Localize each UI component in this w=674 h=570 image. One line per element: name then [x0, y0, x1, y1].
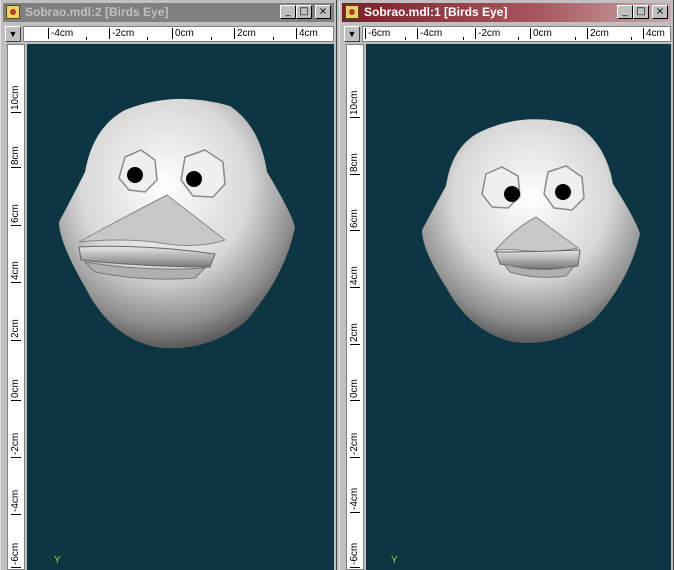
ruler-tick: 10cm [10, 85, 21, 113]
ruler-tick: 4cm [349, 266, 360, 288]
vertical-ruler: 10cm 8cm 6cm 4cm 2cm 0cm -2cm -4cm -6cm [346, 44, 364, 570]
model-window-2[interactable]: Sobrao.mdl:2 [Birds Eye] _ □ × ▼ -4cm -2… [0, 0, 337, 570]
ruler-tick: 2cm [10, 319, 21, 341]
ruler-tick: -6cm [349, 542, 360, 568]
app-icon[interactable] [345, 5, 359, 19]
ruler-tick: -2cm [10, 432, 21, 458]
3d-viewport[interactable]: Y [366, 44, 671, 570]
ruler-tick: 0cm [10, 379, 21, 401]
ruler-tick: -4cm [417, 28, 442, 39]
ruler-tick: -2cm [109, 28, 134, 39]
ruler-tick: 4cm [643, 28, 665, 39]
y-axis-label: Y [391, 555, 398, 566]
window-title: Sobrao.mdl:2 [Birds Eye] [25, 5, 169, 19]
ruler-tick: 6cm [349, 209, 360, 231]
minimize-button[interactable]: _ [280, 5, 296, 19]
vertical-ruler: 10cm 8cm 6cm 4cm 2cm 0cm -2cm -4cm -6cm [7, 44, 25, 570]
model-window-1[interactable]: Sobrao.mdl:1 [Birds Eye] _ □ × ▼ -6cm -4… [339, 0, 674, 570]
ruler-tick: -6cm [10, 542, 21, 568]
ruler-tick: -4cm [349, 487, 360, 513]
maximize-button[interactable]: □ [296, 5, 312, 19]
head-model [59, 98, 295, 349]
y-axis-label: Y [54, 555, 61, 566]
title-bar[interactable]: Sobrao.mdl:1 [Birds Eye] _ □ × [342, 3, 671, 22]
close-button[interactable]: × [652, 5, 668, 19]
ruler-tick: 2cm [349, 323, 360, 345]
ruler-tick: -4cm [10, 489, 21, 515]
view-menu-dropdown[interactable]: ▼ [344, 26, 360, 42]
view-menu-dropdown[interactable]: ▼ [5, 26, 21, 42]
ruler-tick: -4cm [48, 28, 73, 39]
horizontal-ruler: -6cm -4cm -2cm 0cm 2cm 4cm [362, 26, 671, 42]
ruler-tick: 0cm [349, 379, 360, 401]
maximize-button[interactable]: □ [633, 5, 649, 19]
ruler-tick: -6cm [365, 28, 390, 39]
ruler-tick: 2cm [234, 28, 256, 39]
ruler-tick: 0cm [172, 28, 194, 39]
app-icon[interactable] [6, 5, 20, 19]
window-title: Sobrao.mdl:1 [Birds Eye] [364, 5, 508, 19]
ruler-tick: -2cm [475, 28, 500, 39]
close-button[interactable]: × [315, 5, 331, 19]
ruler-tick: 0cm [530, 28, 552, 39]
head-model [422, 119, 640, 344]
horizontal-ruler: -4cm -2cm 0cm 2cm 4cm [23, 26, 334, 42]
ruler-tick: 2cm [587, 28, 609, 39]
ruler-tick: 8cm [10, 146, 21, 168]
ruler-tick: 8cm [349, 153, 360, 175]
ruler-tick: -2cm [349, 432, 360, 458]
title-bar[interactable]: Sobrao.mdl:2 [Birds Eye] _ □ × [3, 3, 334, 22]
ruler-tick: 4cm [10, 261, 21, 283]
ruler-tick: 10cm [349, 90, 360, 118]
ruler-tick: 4cm [296, 28, 318, 39]
3d-viewport[interactable]: Y [27, 44, 334, 570]
ruler-tick: 6cm [10, 204, 21, 226]
minimize-button[interactable]: _ [617, 5, 633, 19]
